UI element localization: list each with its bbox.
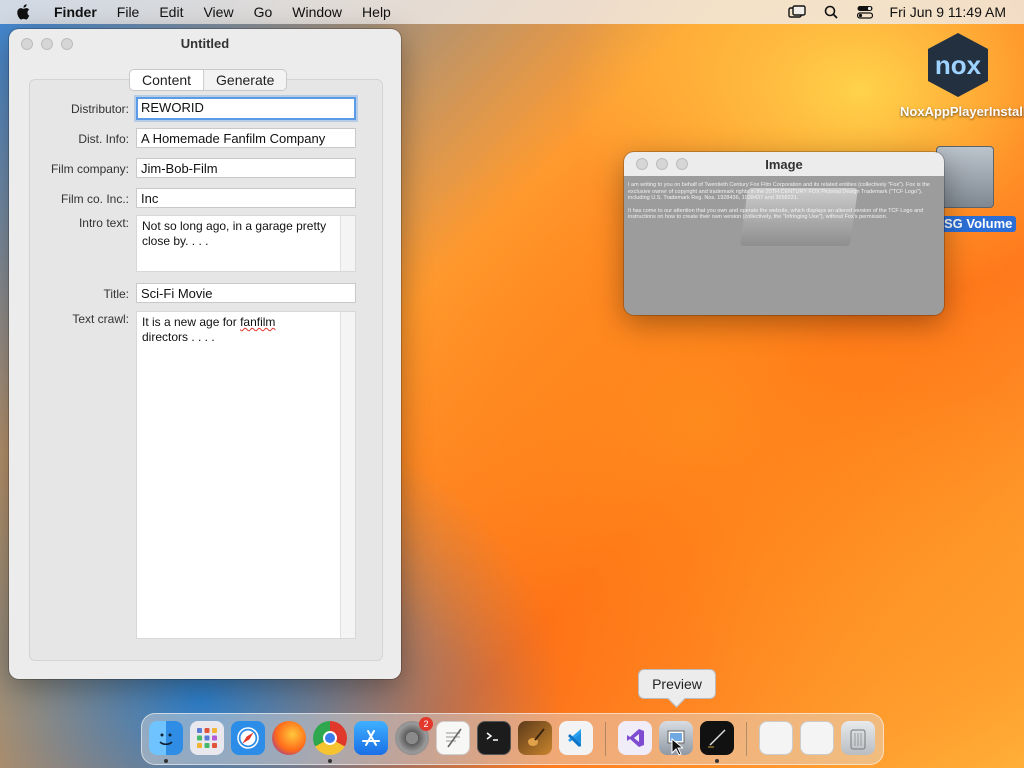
image-window: Image I am writing to you on behalf of T… (624, 152, 944, 315)
apple-menu-icon[interactable] (16, 3, 36, 21)
menu-view[interactable]: View (203, 4, 233, 20)
visual-studio-icon[interactable] (618, 721, 652, 755)
chrome-running-dot (328, 759, 332, 763)
documents-stack-icon[interactable] (800, 721, 834, 755)
image-close-button[interactable] (636, 158, 648, 170)
disk-volume-icon[interactable] (936, 146, 994, 208)
tab-content[interactable]: Content (130, 70, 204, 90)
text-crawl-label: Text crawl: (72, 312, 129, 326)
minimize-window-button[interactable] (41, 38, 53, 50)
screen-mirror-icon[interactable] (787, 4, 806, 20)
misspelled-word: fanfilm (240, 315, 276, 329)
title-input[interactable]: Sci-Fi Movie (136, 283, 356, 303)
nox-logo-text: nox (934, 49, 982, 80)
dock-tooltip: Preview (638, 669, 716, 699)
finder-icon[interactable] (149, 721, 183, 755)
instruments-icon[interactable] (518, 721, 552, 755)
tab-bar: Content Generate (129, 69, 288, 91)
menu-app-finder[interactable]: Finder (54, 4, 97, 20)
safari-icon[interactable] (231, 721, 265, 755)
search-icon[interactable] (822, 4, 840, 20)
settings-badge: 2 (419, 717, 433, 731)
film-co-inc-input[interactable]: Inc (136, 188, 356, 208)
intro-text-scrollbar[interactable] (340, 216, 355, 271)
dock-separator (605, 722, 606, 756)
script-editor-icon[interactable] (700, 721, 734, 755)
distributor-input[interactable]: REWORID (136, 97, 356, 120)
text-crawl-line-1-text: It is a new age for (142, 315, 241, 329)
app-store-icon[interactable] (354, 721, 388, 755)
menu-file[interactable]: File (117, 4, 140, 20)
menu-window[interactable]: Window (292, 4, 342, 20)
film-company-label: Film company: (50, 162, 129, 176)
script-editor-running-dot (715, 759, 719, 763)
chrome-icon[interactable] (313, 721, 347, 755)
tab-generate[interactable]: Generate (203, 70, 286, 90)
menu-help[interactable]: Help (362, 4, 391, 20)
text-crawl-line-2: directors . . . . (142, 330, 215, 344)
film-co-inc-label: Film co. Inc.: (60, 192, 129, 206)
disk-volume-label[interactable]: SG Volume (940, 216, 1017, 232)
launchpad-icon[interactable] (190, 721, 224, 755)
title-label: Title: (103, 287, 129, 301)
nox-installer-icon[interactable]: nox (928, 33, 988, 97)
intro-text-value: Not so long ago, in a garage pretty clos… (142, 219, 327, 248)
film-company-input[interactable]: Jim-Bob-Film (136, 158, 356, 178)
terminal-icon[interactable] (477, 721, 511, 755)
firefox-icon[interactable] (272, 721, 306, 755)
control-center-icon[interactable] (856, 4, 874, 20)
text-crawl-area[interactable]: It is a new age for fanfilm directors . … (136, 311, 356, 639)
intro-text-area[interactable]: Not so long ago, in a garage pretty clos… (136, 215, 356, 272)
image-zoom-button[interactable] (676, 158, 688, 170)
image-window-titlebar[interactable]: Image (624, 152, 944, 176)
textedit-icon[interactable] (436, 721, 470, 755)
finder-running-dot (164, 759, 168, 763)
distributor-label: Distributor: (70, 102, 129, 116)
trash-icon[interactable] (841, 721, 875, 755)
dock: 2 (141, 713, 884, 765)
mouse-cursor-icon (671, 738, 683, 756)
letter-paragraph-2: It has come to our attention that you ow… (628, 207, 924, 221)
menu-go[interactable]: Go (254, 4, 273, 20)
dist-info-label: Dist. Info: (78, 132, 129, 146)
menu-edit[interactable]: Edit (159, 4, 183, 20)
image-letter-text: I am writing to you on behalf of Twentie… (628, 182, 940, 227)
window-titlebar[interactable]: Untitled (9, 29, 401, 57)
vscode-icon[interactable] (559, 721, 593, 755)
text-crawl-scrollbar[interactable] (340, 312, 355, 638)
system-settings-icon[interactable]: 2 (395, 717, 433, 755)
menu-bar: Finder File Edit View Go Window Help Fri… (0, 0, 1024, 24)
letter-paragraph-1: I am writing to you on behalf of Twentie… (628, 182, 930, 201)
zoom-window-button[interactable] (61, 38, 73, 50)
downloads-stack-icon[interactable] (759, 721, 793, 755)
nox-installer-label[interactable]: NoxAppPlayerInstaller (900, 104, 1024, 119)
image-minimize-button[interactable] (656, 158, 668, 170)
text-crawl-line-1: It is a new age for fanfilm (142, 315, 335, 330)
dist-info-input[interactable]: A Homemade Fanfilm Company (136, 128, 356, 148)
menu-clock[interactable]: Fri Jun 9 11:49 AM (890, 4, 1006, 20)
close-window-button[interactable] (21, 38, 33, 50)
dock-separator-2 (746, 722, 747, 756)
intro-text-label: Intro text: (78, 216, 129, 230)
untitled-window: Untitled Content Generate Distributor: R… (9, 29, 401, 679)
